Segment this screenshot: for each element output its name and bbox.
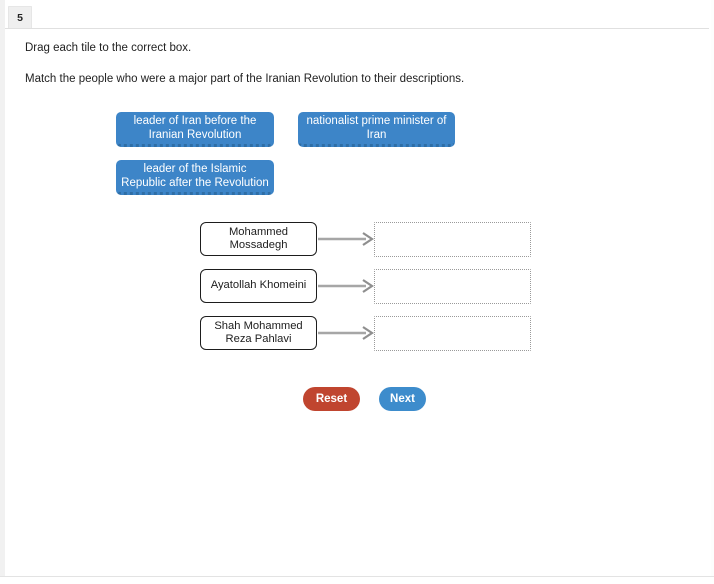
tab-bar-divider bbox=[5, 28, 709, 29]
arrow-right-icon bbox=[318, 279, 375, 293]
drop-zone[interactable] bbox=[374, 269, 531, 304]
match-row: Mohammed Mossadegh bbox=[200, 222, 535, 258]
match-name-box: Ayatollah Khomeini bbox=[200, 269, 317, 303]
draggable-tile[interactable]: leader of Iran before the Iranian Revolu… bbox=[116, 112, 274, 147]
reset-button[interactable]: Reset bbox=[303, 387, 360, 411]
match-name-box: Mohammed Mossadegh bbox=[200, 222, 317, 256]
draggable-tile[interactable]: nationalist prime minister of Iran bbox=[298, 112, 455, 147]
question-page: 5 Drag each tile to the correct box. Mat… bbox=[0, 0, 714, 584]
match-row: Ayatollah Khomeini bbox=[200, 269, 535, 305]
instruction-match-text: Match the people who were a major part o… bbox=[25, 73, 465, 85]
tab-label: 5 bbox=[17, 11, 23, 24]
tab-question-5[interactable]: 5 bbox=[8, 6, 32, 28]
left-gutter bbox=[0, 0, 5, 584]
instruction-drag-text: Drag each tile to the correct box. bbox=[25, 42, 192, 54]
match-row: Shah Mohammed Reza Pahlavi bbox=[200, 316, 535, 352]
arrow-right-icon bbox=[318, 326, 375, 340]
arrow-right-icon bbox=[318, 232, 375, 246]
match-name-box: Shah Mohammed Reza Pahlavi bbox=[200, 316, 317, 350]
next-button-label: Next bbox=[390, 393, 415, 405]
reset-button-label: Reset bbox=[315, 393, 348, 405]
tab-bar: 5 bbox=[5, 6, 710, 29]
draggable-tile[interactable]: leader of the Islamic Republic after the… bbox=[116, 160, 274, 195]
drop-zone[interactable] bbox=[374, 222, 531, 257]
drop-zone[interactable] bbox=[374, 316, 531, 351]
bottom-strip bbox=[0, 577, 714, 584]
next-button[interactable]: Next bbox=[379, 387, 426, 411]
